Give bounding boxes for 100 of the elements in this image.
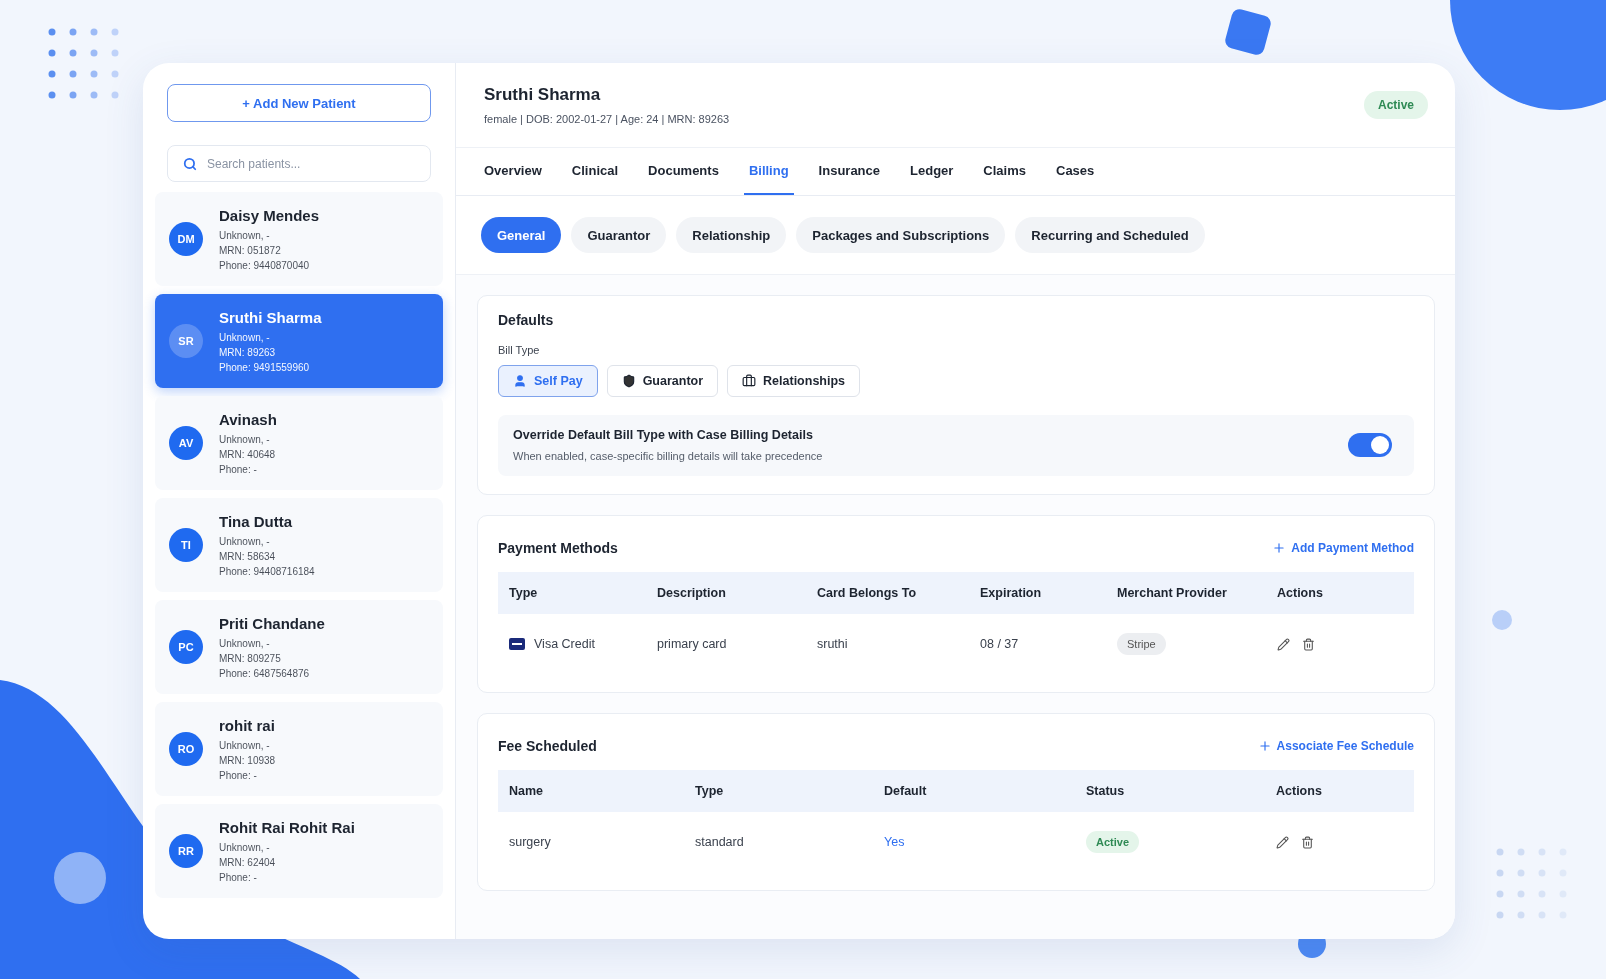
patient-card[interactable]: TI Tina Dutta Unknown, - MRN: 58634 Phone: 94408716184 <box>155 498 443 592</box>
patient-card[interactable]: RO rohit rai Unknown, - MRN: 10938 Phone: - <box>155 702 443 796</box>
patient-phone: Phone: 94408716184 <box>219 566 315 577</box>
dot-grid-drawing <box>48 28 119 99</box>
table-cell-text: Yes <box>883 834 906 851</box>
search-field[interactable]: Search patients... <box>167 145 431 182</box>
column-header: Actions <box>1265 770 1414 812</box>
associate-fee-schedule-link[interactable]: Associate Fee Schedule <box>1257 739 1414 753</box>
tab[interactable]: Documents <box>648 148 719 195</box>
patient-card[interactable]: DM Daisy Mendes Unknown, - MRN: 051872 Phone: 9440870040 <box>155 192 443 286</box>
column-header: Merchant Provider <box>1106 572 1266 614</box>
patient-avatar: RR <box>169 834 203 868</box>
patient-avatar: AV <box>169 426 203 460</box>
bill-type-option[interactable]: Guarantor <box>606 365 719 397</box>
patient-avatar: TI <box>169 528 203 562</box>
section-title: Defaults <box>498 312 555 328</box>
patient-info: Unknown, - <box>219 434 271 445</box>
tab[interactable]: Cases <box>1056 148 1095 195</box>
column-header: Card Belongs To <box>806 572 969 614</box>
card-icon <box>509 638 525 650</box>
tab[interactable]: Billing <box>743 148 794 195</box>
patient-name: Tina Dutta <box>219 513 294 530</box>
column-header: Name <box>498 770 684 812</box>
patient-mrn: MRN: 10938 <box>219 755 276 766</box>
override-toggle[interactable] <box>1348 433 1392 457</box>
patient-phone: Phone: 9440870040 <box>219 260 311 271</box>
patient-card[interactable]: RR Rohit Rai Rohit Rai Unknown, - MRN: 62404 Phone: - <box>155 804 443 898</box>
patient-avatar: PC <box>169 630 203 664</box>
patient-info: Unknown, - <box>219 842 271 853</box>
patient-phone: Phone: 9491559960 <box>219 362 311 373</box>
subtab[interactable]: Relationship <box>676 217 787 253</box>
patient-details: female | DOB: 2002-01-27 | Age: 24 | MRN: 89263 <box>484 113 730 125</box>
shield-icon <box>621 374 636 388</box>
person-icon <box>513 374 527 388</box>
table-cell-text: 08 / 37 <box>979 636 1020 653</box>
tab[interactable]: Clinical <box>571 148 619 195</box>
patient-name: Rohit Rai Rohit Rai <box>219 819 355 836</box>
tab[interactable]: Claims <box>983 148 1026 195</box>
table-cell-text: surgery <box>508 834 552 851</box>
bill-type-label: Bill Type <box>498 344 541 356</box>
patient-info: Unknown, - <box>219 638 271 649</box>
patient-mrn: MRN: 809275 <box>219 653 282 664</box>
delete-icon[interactable] <box>1301 835 1314 849</box>
column-header: Type <box>684 770 873 812</box>
patient-avatar: DM <box>169 222 203 256</box>
patient-info: Unknown, - <box>219 332 271 343</box>
patient-avatar: RO <box>169 732 203 766</box>
patient-name: rohit rai <box>219 717 276 734</box>
delete-icon[interactable] <box>1302 637 1315 651</box>
patient-name: Daisy Mendes <box>219 207 320 224</box>
section-title: Payment Methods <box>498 540 618 556</box>
section-title: Fee Scheduled <box>498 738 597 754</box>
edit-icon[interactable] <box>1276 835 1289 849</box>
patient-name: Sruthi Sharma <box>219 309 322 326</box>
bill-type-option[interactable]: Self Pay <box>498 365 598 397</box>
override-title: Override Default Bill Type with Case Billing Details <box>513 428 814 442</box>
briefcase-icon <box>742 374 757 388</box>
decorative-sphere <box>1492 610 1512 630</box>
edit-icon[interactable] <box>1277 637 1290 651</box>
subtab[interactable]: General <box>481 217 562 253</box>
decorative-sphere <box>54 852 106 904</box>
patient-mrn: MRN: 051872 <box>219 245 282 256</box>
patient-name: Avinash <box>219 411 277 428</box>
patient-mrn: MRN: 40648 <box>219 449 277 460</box>
patient-name: Priti Chandane <box>219 615 325 632</box>
override-description: When enabled, case-specific billing details will take precedence <box>513 450 823 462</box>
table-cell: Visa Credit <box>534 637 595 651</box>
add-payment-method-link[interactable]: Add Payment Method <box>1272 541 1414 555</box>
patient-mrn: MRN: 58634 <box>219 551 277 562</box>
plus-icon <box>1272 541 1287 555</box>
column-header: Expiration <box>969 572 1106 614</box>
column-header: Actions <box>1266 572 1414 614</box>
tab[interactable]: Ledger <box>910 148 954 195</box>
patient-mrn: MRN: 62404 <box>219 857 277 868</box>
tab[interactable]: Insurance <box>818 148 880 195</box>
dot-grid-drawing <box>1496 848 1567 919</box>
tab[interactable]: Overview <box>484 148 542 195</box>
column-header: Description <box>646 572 806 614</box>
patient-info: Unknown, - <box>219 740 271 751</box>
column-header: Type <box>498 572 646 614</box>
patient-phone: Phone: - <box>219 770 258 781</box>
status-badge: Active <box>1363 91 1428 119</box>
patient-mrn: MRN: 89263 <box>219 347 277 358</box>
search-icon <box>183 157 197 171</box>
patient-title: Sruthi Sharma <box>484 85 602 105</box>
patient-avatar: SR <box>169 324 203 358</box>
column-header: Default <box>873 770 1075 812</box>
subtab[interactable]: Recurring and Scheduled <box>1015 217 1205 253</box>
bill-type-option[interactable]: Relationships <box>727 365 861 397</box>
patient-card[interactable]: SR Sruthi Sharma Unknown, - MRN: 89263 Phone: 9491559960 <box>155 294 443 388</box>
table-cell-text: primary card <box>656 636 728 653</box>
subtab[interactable]: Packages and Subscriptions <box>796 217 1006 253</box>
provider-tag: Stripe <box>1117 633 1166 655</box>
table-cell-text: standard <box>694 834 745 851</box>
patient-card[interactable]: PC Priti Chandane Unknown, - MRN: 809275 Phone: 6487564876 <box>155 600 443 694</box>
patient-info: Unknown, - <box>219 536 271 547</box>
add-patient-button[interactable]: + Add New Patient <box>167 84 431 122</box>
subtab[interactable]: Guarantor <box>571 217 667 253</box>
patient-card[interactable]: AV Avinash Unknown, - MRN: 40648 Phone: - <box>155 396 443 490</box>
patient-phone: Phone: 6487564876 <box>219 668 311 679</box>
